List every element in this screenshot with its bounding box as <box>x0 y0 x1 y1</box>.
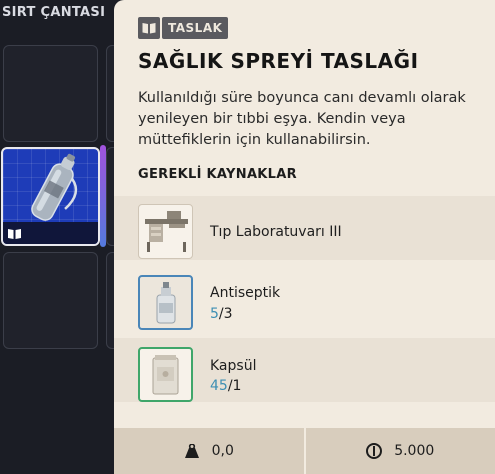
weight-icon <box>184 444 199 458</box>
quantity-need: /3 <box>218 306 233 322</box>
resource-name: Tıp Laboratuvarı III <box>210 224 342 240</box>
resource-row: Tıp Laboratuvarı III <box>114 196 495 260</box>
resource-name: Kapsül <box>210 358 257 374</box>
resource-quantity: 45/1 <box>210 378 241 394</box>
resource-quantity: 5/3 <box>210 306 233 322</box>
coin-icon <box>366 443 383 459</box>
blueprint-tag: TASLAK <box>138 17 229 39</box>
resource-row: Kapsül 45/1 <box>114 338 495 402</box>
inventory-slot-selected[interactable] <box>1 147 100 246</box>
inventory-slot[interactable] <box>3 45 98 142</box>
medical-lab-icon <box>138 204 193 259</box>
capsule-box-icon <box>138 347 193 402</box>
inventory-slot[interactable] <box>3 252 98 349</box>
book-icon <box>138 17 160 39</box>
resource-row: Antiseptik 5/3 <box>114 266 495 330</box>
item-title: SAĞLIK SPREYİ TASLAĞI <box>138 49 419 73</box>
item-footer: 0,0 5.000 <box>114 428 495 474</box>
blueprint-book-icon <box>8 229 21 239</box>
selection-glow <box>100 145 106 247</box>
value-stat: 5.000 <box>303 428 495 474</box>
resource-name: Antiseptik <box>210 285 281 301</box>
antiseptic-bottle-icon <box>138 275 193 330</box>
item-tooltip-card: TASLAK SAĞLIK SPREYİ TASLAĞI Kullanıldığ… <box>114 0 495 474</box>
item-description: Kullanıldığı süre boyunca canı devamlı o… <box>138 90 466 148</box>
value-amount: 5.000 <box>394 443 435 459</box>
quantity-have: 45 <box>210 378 228 394</box>
requirements-title: GEREKLİ KAYNAKLAR <box>138 167 297 182</box>
quantity-have: 5 <box>210 306 219 322</box>
weight-stat: 0,0 <box>114 428 304 474</box>
tag-label: TASLAK <box>162 17 229 39</box>
health-spray-icon <box>31 153 78 221</box>
backpack-title: SIRT ÇANTASI <box>2 5 106 20</box>
weight-value: 0,0 <box>211 443 234 459</box>
quantity-need: /1 <box>227 378 242 394</box>
